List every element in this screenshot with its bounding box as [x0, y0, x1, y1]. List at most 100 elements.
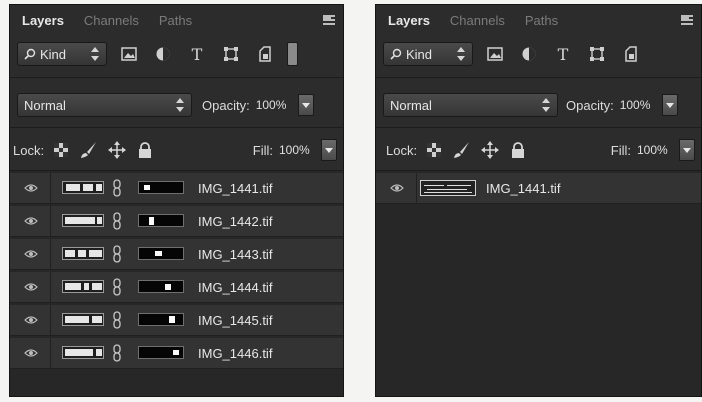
chain-link-icon[interactable]: [113, 278, 121, 296]
brush-icon[interactable]: [451, 139, 473, 161]
adjustment-circle-icon[interactable]: [151, 43, 175, 65]
blend-mode-value: Normal: [390, 97, 432, 113]
eye-icon[interactable]: [24, 248, 38, 260]
layers-panel-after: Layers Channels Paths Kind T Normal Opac…: [375, 4, 702, 397]
fill-value[interactable]: 100%: [637, 139, 679, 161]
smart-object-icon[interactable]: [253, 43, 277, 65]
panel-tabs: Layers Channels Paths: [376, 5, 701, 35]
tab-layers[interactable]: Layers: [16, 11, 70, 30]
panel-tabs: Layers Channels Paths: [10, 5, 343, 35]
checkerboard-icon[interactable]: [50, 139, 72, 161]
layers-panel-before: Layers Channels Paths Kind T Normal Opac…: [9, 4, 344, 397]
updown-arrows-icon: [457, 47, 465, 61]
tab-paths[interactable]: Paths: [519, 11, 564, 30]
layer-mask-thumbnail: [138, 313, 184, 326]
layer-row[interactable]: IMG_1442.tif: [10, 206, 343, 237]
layer-thumbnail: [420, 180, 476, 196]
fill-dropdown-button[interactable]: [679, 139, 695, 161]
blend-row: Normal Opacity: 100%: [10, 90, 343, 120]
smart-object-icon[interactable]: [619, 43, 643, 65]
filter-row: Kind T: [10, 39, 343, 69]
filter-kind-label: Kind: [406, 46, 433, 62]
fill-label: Fill:: [252, 142, 273, 158]
eye-icon[interactable]: [24, 281, 38, 293]
updown-arrows-icon: [542, 98, 550, 112]
fill-value[interactable]: 100%: [279, 139, 321, 161]
layer-mask-thumbnail: [138, 346, 184, 359]
layer-row[interactable]: IMG_1443.tif: [10, 239, 343, 270]
layer-row[interactable]: IMG_1441.tif: [10, 173, 343, 204]
chain-link-icon[interactable]: [113, 245, 121, 263]
image-icon[interactable]: [483, 43, 507, 65]
layer-name: IMG_1446.tif: [198, 346, 273, 361]
blend-mode-select[interactable]: Normal: [17, 93, 192, 117]
tab-paths[interactable]: Paths: [153, 11, 198, 30]
layer-thumbnail: [62, 214, 104, 227]
layer-thumbnail: [62, 247, 104, 260]
eye-icon[interactable]: [24, 314, 38, 326]
opacity-value[interactable]: 100%: [256, 94, 298, 116]
chain-link-icon[interactable]: [113, 212, 121, 230]
layers-list: IMG_1441.tif IMG_1442.tif IMG_1443.tif I…: [10, 171, 343, 396]
eye-icon[interactable]: [24, 347, 38, 359]
filter-kind-select[interactable]: Kind: [383, 42, 473, 66]
layer-row[interactable]: IMG_1446.tif: [10, 338, 343, 369]
blend-row: Normal Opacity: 100%: [376, 90, 701, 120]
shape-icon[interactable]: [585, 43, 609, 65]
opacity-dropdown-button[interactable]: [297, 94, 314, 116]
layer-row[interactable]: IMG_1441.tif: [376, 173, 701, 204]
layer-row[interactable]: IMG_1444.tif: [10, 272, 343, 303]
lock-row: Lock: Fill: 100%: [376, 135, 701, 165]
move-icon[interactable]: [479, 139, 501, 161]
checkerboard-icon[interactable]: [423, 139, 445, 161]
filter-row: Kind T: [376, 39, 701, 69]
layer-thumbnail: [62, 313, 104, 326]
blend-mode-value: Normal: [24, 97, 66, 113]
updown-arrows-icon: [91, 47, 99, 61]
layer-name: IMG_1441.tif: [198, 181, 273, 196]
layer-name: IMG_1441.tif: [486, 181, 561, 196]
brush-icon[interactable]: [78, 139, 100, 161]
tab-channels[interactable]: Channels: [444, 11, 511, 30]
lock-label: Lock:: [386, 142, 418, 158]
tab-channels[interactable]: Channels: [78, 11, 145, 30]
layer-name: IMG_1444.tif: [198, 280, 273, 295]
eye-icon[interactable]: [24, 182, 38, 194]
search-icon: [390, 48, 402, 60]
opacity-dropdown-button[interactable]: [661, 94, 678, 116]
updown-arrows-icon: [176, 98, 184, 112]
chain-link-icon[interactable]: [113, 179, 121, 197]
type-icon[interactable]: T: [185, 43, 209, 65]
panel-menu-icon[interactable]: [317, 13, 335, 25]
opacity-label: Opacity:: [566, 97, 614, 113]
layer-thumbnail: [62, 181, 104, 194]
layer-mask-thumbnail: [138, 181, 184, 194]
layer-name: IMG_1442.tif: [198, 214, 273, 229]
adjustment-circle-icon[interactable]: [517, 43, 541, 65]
search-icon: [24, 48, 36, 60]
eye-icon[interactable]: [390, 182, 404, 194]
filter-toggle[interactable]: [287, 42, 298, 66]
opacity-value[interactable]: 100%: [620, 94, 662, 116]
padlock-icon[interactable]: [507, 139, 529, 161]
layer-thumbnail: [62, 346, 104, 359]
move-icon[interactable]: [106, 139, 128, 161]
tab-layers[interactable]: Layers: [382, 11, 436, 30]
padlock-icon[interactable]: [134, 139, 156, 161]
filter-kind-label: Kind: [40, 46, 67, 62]
filter-kind-select[interactable]: Kind: [17, 42, 107, 66]
layer-row[interactable]: IMG_1445.tif: [10, 305, 343, 336]
shape-icon[interactable]: [219, 43, 243, 65]
layer-name: IMG_1445.tif: [198, 313, 273, 328]
fill-dropdown-button[interactable]: [321, 139, 337, 161]
eye-icon[interactable]: [24, 215, 38, 227]
panel-menu-icon[interactable]: [675, 13, 693, 25]
lock-row: Lock: Fill: 100%: [10, 135, 343, 165]
type-icon[interactable]: T: [551, 43, 575, 65]
blend-mode-select[interactable]: Normal: [383, 93, 558, 117]
chain-link-icon[interactable]: [113, 311, 121, 329]
layer-mask-thumbnail: [138, 280, 184, 293]
chain-link-icon[interactable]: [113, 344, 121, 362]
layer-name: IMG_1443.tif: [198, 247, 273, 262]
image-icon[interactable]: [117, 43, 141, 65]
